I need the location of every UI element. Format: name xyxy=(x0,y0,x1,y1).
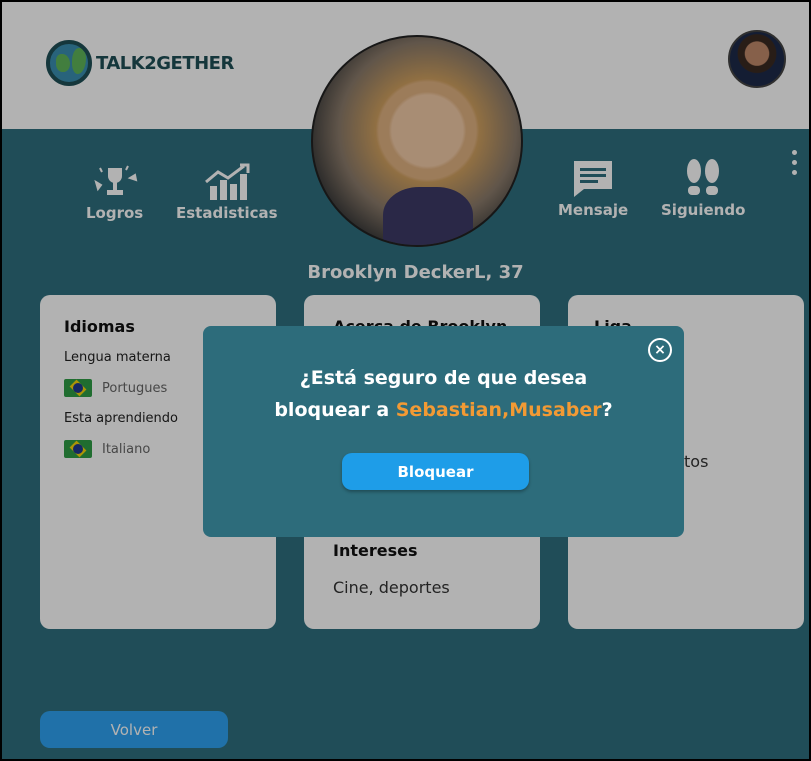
app-frame: TALK2GETHER Logros Estadisticas Mensaje … xyxy=(0,0,811,761)
block-confirm-modal: × ¿Está seguro de que desea bloquear a S… xyxy=(203,326,684,537)
modal-target-name: Sebastian,Musaber xyxy=(395,399,602,421)
close-icon[interactable]: × xyxy=(648,338,672,362)
block-button[interactable]: Bloquear xyxy=(342,453,529,490)
modal-question-line1: ¿Está seguro de que desea xyxy=(299,367,588,389)
modal-question: ¿Está seguro de que desea bloquear a Seb… xyxy=(203,362,684,426)
modal-question-line2: bloquear a Sebastian,Musaber? xyxy=(203,394,684,426)
modal-question-suffix: ? xyxy=(601,399,613,421)
modal-question-prefix: bloquear a xyxy=(274,399,396,421)
